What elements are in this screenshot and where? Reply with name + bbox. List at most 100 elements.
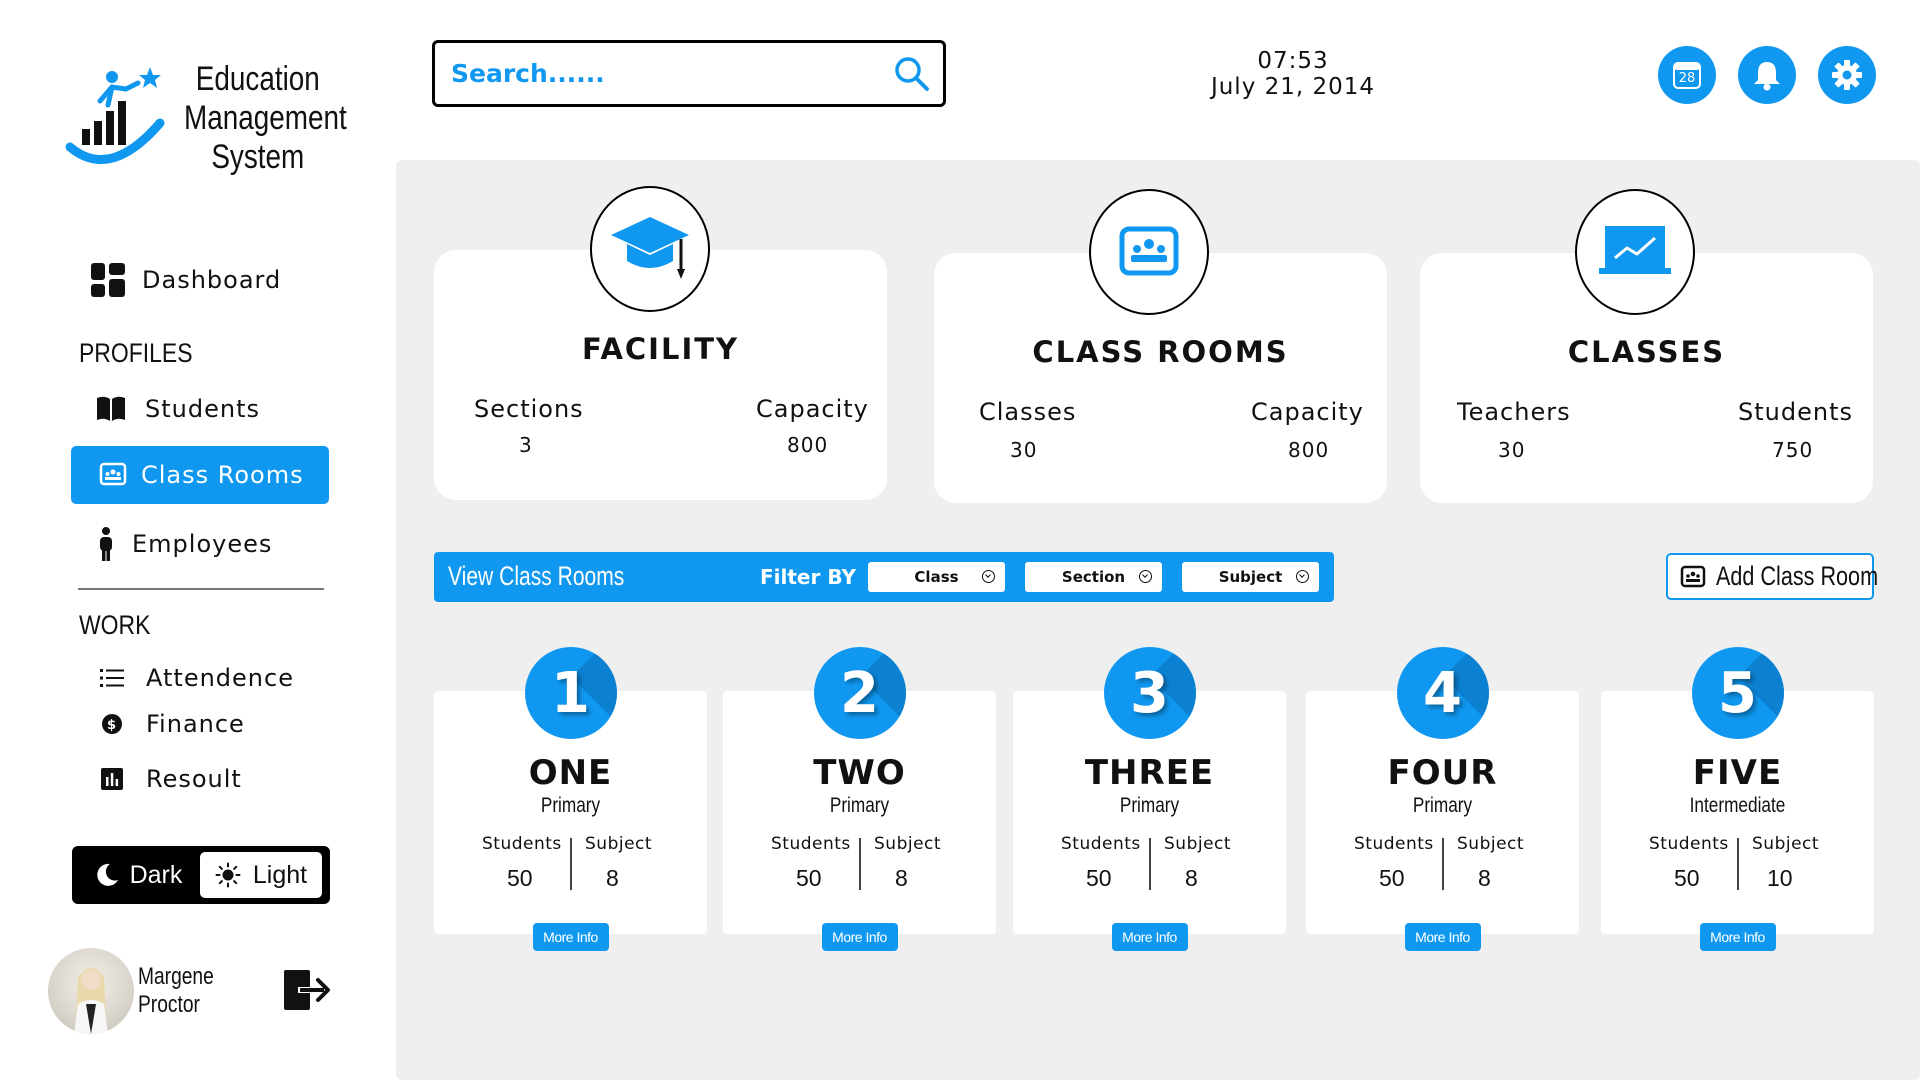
more-info-button[interactable]: More Info xyxy=(1404,923,1481,951)
gear-icon xyxy=(1831,59,1863,91)
stat-right-label: Students xyxy=(1738,398,1853,426)
stat-right-label: Capacity xyxy=(756,395,869,423)
nav-finance-label: Finance xyxy=(146,710,245,738)
dashboard-icon xyxy=(90,262,126,298)
filter-subject-select[interactable]: Subject xyxy=(1182,562,1319,592)
students-value: 50 xyxy=(1379,865,1405,891)
stat-title: CLASS ROOMS xyxy=(1032,335,1289,369)
nav-dashboard[interactable]: Dashboard xyxy=(90,262,281,298)
stat-separator xyxy=(1149,838,1151,890)
user-profile[interactable]: Margene Proctor xyxy=(48,948,288,1034)
nav-class-rooms[interactable]: Class Rooms xyxy=(71,446,329,504)
more-info-button[interactable]: More Info xyxy=(1699,923,1776,951)
logout-icon[interactable] xyxy=(284,968,332,1012)
chevron-down-icon xyxy=(1296,570,1309,583)
subject-label: Subject xyxy=(585,834,653,854)
calendar-button[interactable]: 28 xyxy=(1658,46,1716,104)
bar-chart-icon xyxy=(94,761,130,797)
classroom-board-icon xyxy=(99,462,127,488)
settings-button[interactable] xyxy=(1818,46,1876,104)
class-name: FIVE xyxy=(1692,753,1783,793)
user-name: Margene Proctor xyxy=(138,963,214,1018)
bell-icon xyxy=(1752,59,1782,91)
nav-students-label: Students xyxy=(145,395,260,423)
class-number: 2 xyxy=(840,660,879,726)
class-number: 4 xyxy=(1423,660,1462,726)
class-card-four: 4 FOUR Primary Students Subject 50 8 Mor… xyxy=(1306,647,1579,951)
students-label: Students xyxy=(1354,834,1434,854)
students-label: Students xyxy=(1649,834,1729,854)
more-info-button[interactable]: More Info xyxy=(532,923,609,951)
class-level: Primary xyxy=(1412,794,1473,817)
search-input[interactable] xyxy=(451,59,871,88)
filter-bar: View Class Rooms Filter BY Class Section… xyxy=(434,552,1334,602)
book-icon xyxy=(93,391,129,427)
filter-subject-label: Subject xyxy=(1218,568,1283,586)
nav-students[interactable]: Students xyxy=(93,391,260,427)
clock-date: July 21, 2014 xyxy=(1210,74,1376,100)
stat-right-value: 800 xyxy=(787,433,829,457)
app-logo: Education Management System xyxy=(60,58,347,178)
class-name: FOUR xyxy=(1387,753,1498,793)
notifications-button[interactable] xyxy=(1738,46,1796,104)
subject-label: Subject xyxy=(874,834,942,854)
nav-attendence[interactable]: Attendence xyxy=(94,660,294,696)
filter-class-select[interactable]: Class xyxy=(868,562,1005,592)
more-info-button[interactable]: More Info xyxy=(1111,923,1188,951)
theme-toggle[interactable]: Dark Light xyxy=(72,846,330,904)
students-value: 50 xyxy=(507,865,533,891)
theme-dark-option[interactable]: Dark xyxy=(76,850,200,900)
students-label: Students xyxy=(482,834,562,854)
filter-section-select[interactable]: Section xyxy=(1025,562,1162,592)
stat-left-label: Sections xyxy=(474,395,584,423)
profiles-section-label: PROFILES xyxy=(79,338,193,368)
stat-left-value: 30 xyxy=(1010,438,1038,462)
dollar-coin-icon: $ xyxy=(94,706,130,742)
stat-left-label: Teachers xyxy=(1457,398,1571,426)
subject-label: Subject xyxy=(1752,834,1820,854)
subject-label: Subject xyxy=(1457,834,1525,854)
stat-left-label: Classes xyxy=(979,398,1077,426)
more-info-button[interactable]: More Info xyxy=(821,923,898,951)
theme-light-label: Light xyxy=(252,860,308,889)
class-card-one: 1 ONE Primary Students Subject 50 8 More… xyxy=(434,647,707,951)
students-label: Students xyxy=(771,834,851,854)
svg-text:$: $ xyxy=(107,718,117,733)
students-value: 50 xyxy=(1086,865,1112,891)
calendar-day: 28 xyxy=(1678,71,1696,86)
filter-by-label: Filter BY xyxy=(760,565,856,589)
nav-divider xyxy=(78,588,324,590)
calendar-icon: 28 xyxy=(1672,60,1702,90)
classroom-board-icon xyxy=(1680,565,1706,589)
stat-right-label: Capacity xyxy=(1251,398,1364,426)
clock-time: 07:53 xyxy=(1257,48,1329,74)
students-value: 50 xyxy=(1674,865,1700,891)
class-level: Primary xyxy=(829,794,890,817)
subject-value: 10 xyxy=(1767,865,1793,891)
nav-employees[interactable]: Employees xyxy=(96,526,272,562)
graduation-cap-icon xyxy=(590,186,710,312)
subject-value: 8 xyxy=(606,865,619,891)
brand-title: Education Management System xyxy=(184,59,347,177)
add-class-room-label: Add Class Room xyxy=(1716,561,1879,591)
class-name: ONE xyxy=(528,753,613,793)
subject-value: 8 xyxy=(895,865,908,891)
brand-line-1: Education xyxy=(195,59,320,98)
avatar xyxy=(48,948,134,1034)
stat-separator xyxy=(570,838,572,890)
class-level: Primary xyxy=(540,794,601,817)
search-icon[interactable] xyxy=(893,55,931,93)
add-class-room-button[interactable]: Add Class Room xyxy=(1666,553,1878,600)
class-card-two: 2 TWO Primary Students Subject 50 8 More… xyxy=(723,647,996,951)
filter-title: View Class Rooms xyxy=(448,561,625,591)
nav-finance[interactable]: $ Finance xyxy=(94,706,245,742)
theme-light-option[interactable]: Light xyxy=(200,852,322,898)
chevron-down-icon xyxy=(982,570,995,583)
stat-separator xyxy=(859,838,861,890)
filter-section-label: Section xyxy=(1061,568,1126,586)
class-number: 1 xyxy=(551,660,590,726)
search-box[interactable] xyxy=(432,40,946,107)
students-value: 50 xyxy=(796,865,822,891)
subject-label: Subject xyxy=(1164,834,1232,854)
nav-resoult[interactable]: Resoult xyxy=(94,761,242,797)
